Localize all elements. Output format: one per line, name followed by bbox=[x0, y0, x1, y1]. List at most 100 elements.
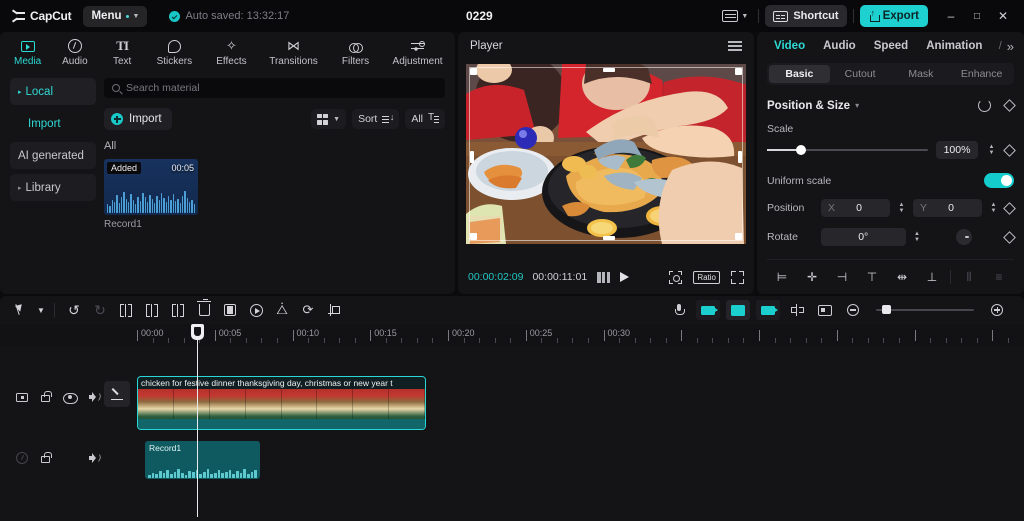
align-top-icon[interactable]: ⊤ bbox=[857, 269, 887, 285]
resize-handle[interactable] bbox=[735, 233, 742, 240]
delete-button[interactable] bbox=[191, 299, 217, 321]
distribute-vertical-icon[interactable]: ≡ bbox=[984, 269, 1014, 285]
align-right-icon[interactable]: ⊣ bbox=[827, 269, 857, 285]
chevron-down-icon[interactable]: ▾ bbox=[855, 101, 859, 110]
scale-stepper[interactable]: ▲▼ bbox=[986, 143, 997, 157]
view-mode-button[interactable]: ▼ bbox=[311, 109, 346, 129]
frames-icon[interactable] bbox=[597, 272, 610, 283]
reset-icon[interactable] bbox=[978, 99, 991, 112]
tab-effects[interactable]: ✧ Effects bbox=[203, 35, 260, 67]
record-voiceover-button[interactable] bbox=[666, 299, 692, 321]
keyframe-icon[interactable] bbox=[1003, 144, 1016, 157]
tab-speed[interactable]: Speed bbox=[865, 40, 918, 52]
playhead[interactable] bbox=[197, 324, 198, 517]
zoom-fit-icon[interactable] bbox=[669, 271, 682, 284]
uniform-scale-toggle[interactable] bbox=[984, 173, 1014, 188]
select-tool-button[interactable] bbox=[8, 299, 34, 321]
resize-handle[interactable] bbox=[735, 68, 742, 75]
resize-handle[interactable] bbox=[603, 68, 615, 72]
import-button[interactable]: Import bbox=[104, 108, 172, 130]
resize-handle[interactable] bbox=[603, 236, 615, 240]
lock-icon[interactable] bbox=[41, 392, 50, 402]
maximize-button[interactable]: □ bbox=[964, 3, 990, 29]
rotate-stepper[interactable]: ▲▼ bbox=[912, 230, 923, 244]
sidebar-item-library[interactable]: ▸ Library bbox=[10, 174, 96, 201]
keyframe-icon[interactable] bbox=[1003, 231, 1016, 244]
split-right-button[interactable] bbox=[165, 299, 191, 321]
scale-slider[interactable] bbox=[767, 149, 928, 151]
position-y-stepper[interactable]: ▲▼ bbox=[988, 201, 999, 215]
sidebar-item-local[interactable]: ▸ Local bbox=[10, 78, 96, 105]
player-menu-icon[interactable] bbox=[728, 41, 742, 51]
subtab-cutout[interactable]: Cutout bbox=[830, 65, 891, 83]
keyframe-button[interactable] bbox=[784, 299, 810, 321]
zoom-out-button[interactable] bbox=[840, 299, 866, 321]
edit-pen-button[interactable] bbox=[104, 381, 130, 407]
align-left-icon[interactable]: ⊨ bbox=[767, 269, 797, 285]
playhead-handle[interactable] bbox=[191, 324, 204, 340]
rotate-input[interactable]: 0° bbox=[821, 228, 906, 246]
tab-media[interactable]: Media bbox=[4, 35, 51, 67]
minimize-button[interactable]: – bbox=[938, 3, 964, 29]
menu-button[interactable]: Menu ▼ bbox=[83, 6, 147, 27]
tab-text[interactable]: TI Text bbox=[99, 35, 146, 67]
resize-handle[interactable] bbox=[738, 151, 742, 163]
sort-button[interactable]: Sort bbox=[352, 109, 399, 129]
crop-button[interactable] bbox=[321, 299, 347, 321]
subtab-mask[interactable]: Mask bbox=[891, 65, 952, 83]
ratio-button[interactable]: Ratio bbox=[693, 271, 720, 284]
search-bar[interactable] bbox=[104, 78, 445, 98]
chevron-double-right-icon[interactable]: » bbox=[1007, 39, 1014, 54]
eye-icon[interactable] bbox=[63, 393, 76, 402]
tab-filters[interactable]: Filters bbox=[327, 35, 384, 67]
keyboard-layout-button[interactable]: ▼ bbox=[718, 8, 752, 24]
rotate-dial[interactable] bbox=[956, 229, 972, 245]
slider-knob[interactable] bbox=[796, 145, 806, 155]
fullscreen-icon[interactable] bbox=[731, 271, 744, 284]
tab-stickers[interactable]: Stickers bbox=[146, 35, 203, 67]
scale-value[interactable]: 100% bbox=[936, 141, 978, 159]
mirror-button[interactable]: ⧊ bbox=[269, 299, 295, 321]
selection-frame[interactable] bbox=[469, 67, 743, 241]
tab-video[interactable]: Video bbox=[765, 40, 814, 52]
auto-reframe-button[interactable] bbox=[726, 300, 750, 320]
zoom-slider-knob[interactable] bbox=[882, 305, 891, 314]
subtab-enhance[interactable]: Enhance bbox=[951, 65, 1012, 83]
duplicate-button[interactable] bbox=[217, 299, 243, 321]
media-thumbnail[interactable]: Added 00:05 bbox=[104, 159, 198, 215]
zoom-slider[interactable] bbox=[876, 309, 974, 311]
redo-button[interactable]: ↻ bbox=[87, 299, 113, 321]
video-clip[interactable]: chicken for festive dinner thanksgiving … bbox=[137, 376, 426, 430]
sidebar-item-ai-generated[interactable]: AI generated bbox=[10, 142, 96, 169]
play-button[interactable] bbox=[620, 272, 629, 282]
timeline-ruler[interactable]: 00:0000:0500:1000:1500:2000:2500:30 bbox=[0, 324, 1024, 346]
split-button[interactable] bbox=[113, 299, 139, 321]
auto-captions-button[interactable] bbox=[696, 300, 720, 320]
search-input[interactable] bbox=[126, 82, 437, 94]
keyframe-icon[interactable] bbox=[1003, 202, 1016, 215]
split-left-button[interactable] bbox=[139, 299, 165, 321]
tab-transitions[interactable]: ⋈ Transitions bbox=[260, 35, 327, 67]
audio-track-icon[interactable] bbox=[16, 452, 28, 464]
position-x-input[interactable]: X 0 bbox=[821, 199, 890, 217]
undo-button[interactable]: ↺ bbox=[61, 299, 87, 321]
speaker-icon[interactable]: ) bbox=[89, 453, 101, 463]
cover-button[interactable] bbox=[812, 299, 838, 321]
shortcut-button[interactable]: Shortcut bbox=[765, 5, 846, 27]
tab-audio[interactable]: Audio bbox=[51, 35, 98, 67]
export-button[interactable]: Export bbox=[860, 5, 928, 27]
position-y-input[interactable]: Y 0 bbox=[913, 199, 982, 217]
zoom-in-button[interactable] bbox=[984, 299, 1010, 321]
align-center-horizontal-icon[interactable]: ✛ bbox=[797, 269, 827, 285]
filter-button[interactable]: All bbox=[405, 109, 445, 129]
media-item[interactable]: Added 00:05 Record1 bbox=[104, 159, 198, 230]
smart-tools-button[interactable] bbox=[756, 300, 780, 320]
player-stage[interactable] bbox=[466, 64, 746, 244]
lock-icon[interactable] bbox=[41, 453, 50, 463]
subtab-basic[interactable]: Basic bbox=[769, 65, 830, 83]
resize-handle[interactable] bbox=[470, 233, 477, 240]
tab-animation[interactable]: Animation bbox=[917, 40, 991, 52]
speaker-icon[interactable]: ) bbox=[89, 392, 101, 402]
rotate-button[interactable]: ⟳ bbox=[295, 299, 321, 321]
video-track-icon[interactable] bbox=[16, 393, 28, 402]
